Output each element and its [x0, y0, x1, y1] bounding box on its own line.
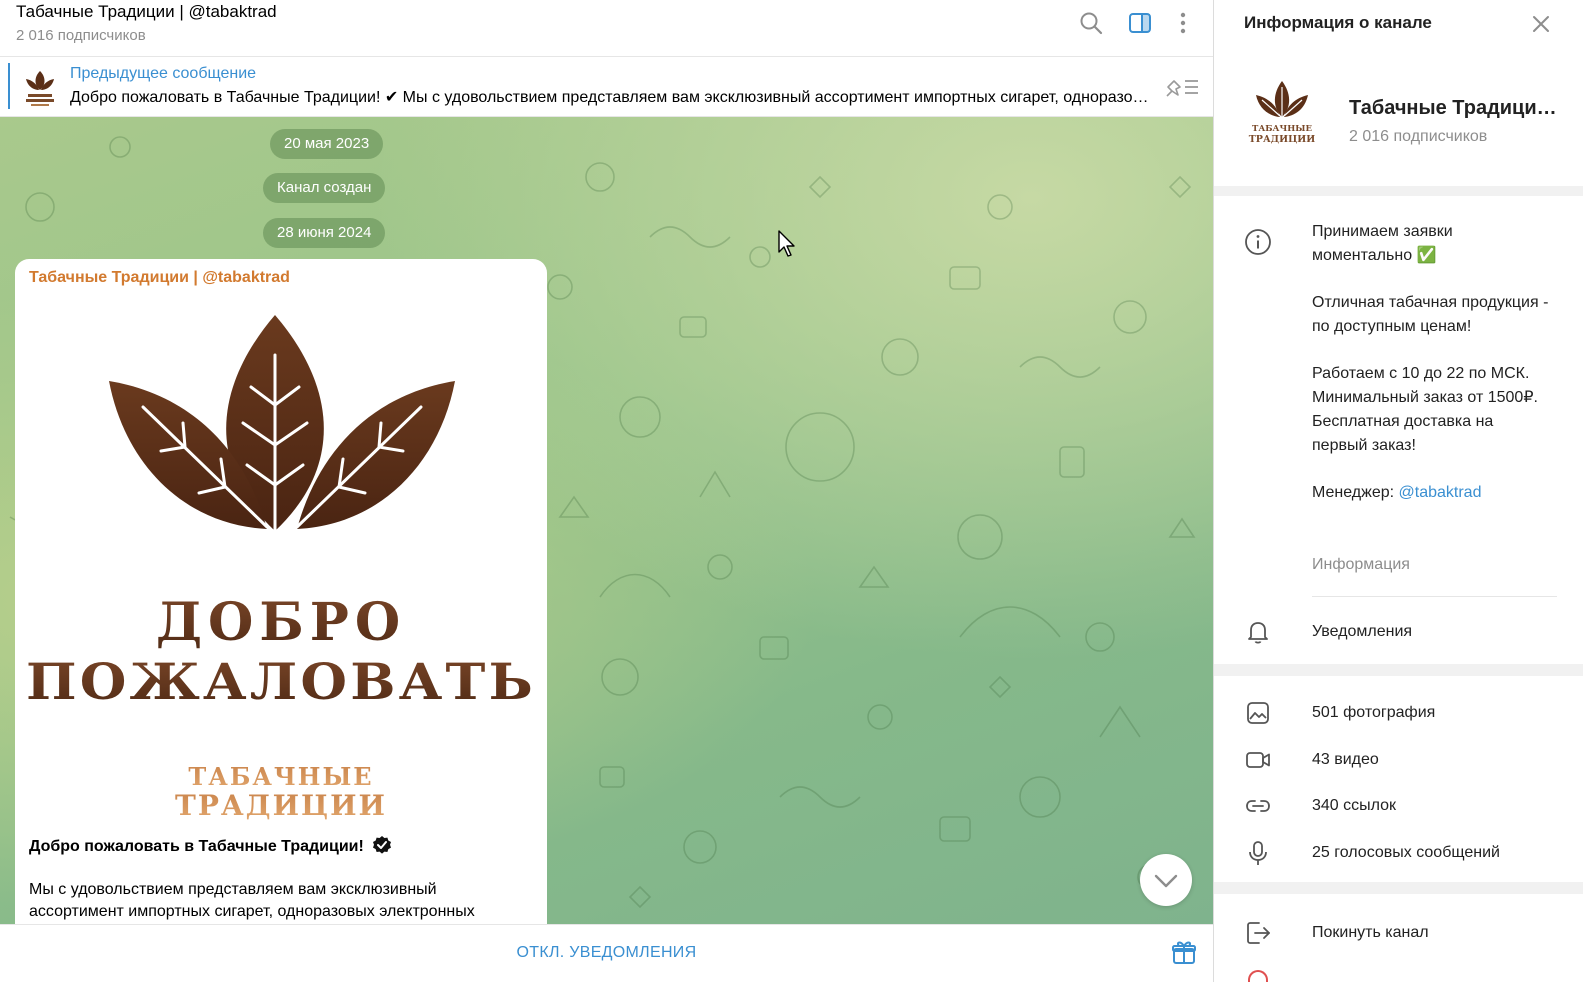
bell-icon [1248, 622, 1268, 644]
about-divider [1312, 596, 1557, 597]
media-photos-label: 501 фотография [1312, 704, 1436, 721]
notifications-label: Уведомления [1312, 623, 1413, 640]
avatar-text-line2: ТРАДИЦИИ [1249, 134, 1316, 145]
media-voice-label: 25 голосовых сообщений [1312, 844, 1500, 861]
channel-name: Табачные Традиции | @tabaktrad [1349, 97, 1559, 119]
chevron-down-icon [1154, 874, 1178, 888]
post-image-welcome[interactable]: ДОБРО ПОЖАЛОВАТЬ ТАБАЧНЫЕ ТРАДИЦИИ [15, 295, 547, 829]
info-icon [1245, 229, 1271, 255]
pinned-thumbnail [20, 63, 60, 109]
image-text-line2: ПОЖАЛОВАТЬ [26, 652, 536, 711]
info-panel-title: Информация о канале [1244, 13, 1432, 32]
manager-link[interactable]: @tabaktrad [1399, 484, 1482, 501]
post-title: Добро пожаловать в Табачные Традиции! [29, 835, 392, 856]
search-icon[interactable] [1078, 10, 1104, 36]
actions-card: Покинуть канал [1214, 894, 1583, 982]
video-icon [1246, 752, 1270, 768]
pinned-text: Добро пожаловать в Табачные Традиции! ✔ … [70, 89, 1150, 106]
chat-subscribers: 2 016 подписчиков [16, 27, 146, 44]
chat-header[interactable]: Табачные Традиции | @tabaktrad 2 016 под… [0, 0, 1213, 57]
about-caption: Информация [1312, 556, 1410, 573]
bottom-bar: ОТКЛ. УВЕДОМЛЕНИЯ [0, 924, 1213, 982]
media-links-label: 340 ссылок [1312, 797, 1397, 814]
channel-info-panel: Информация о канале ТАБАЧНЫЕ ТРАДИЦИИ Та… [1213, 0, 1583, 982]
about-free-delivery: Бесплатная доставка на первый заказ! [1312, 413, 1494, 454]
more-vertical-icon[interactable] [1170, 10, 1196, 36]
post-author[interactable]: Табачные Традиции | @tabaktrad [29, 269, 290, 287]
post-body: Мы с удовольствием представляем вам экск… [29, 881, 475, 920]
media-card: 501 фотография 43 видео 340 ссылок 25 го… [1214, 676, 1583, 882]
channel-description: Принимаем заявки моментально ✅ Отличная … [1312, 220, 1552, 505]
mute-notifications-button[interactable]: ОТКЛ. УВЕДОМЛЕНИЯ [0, 925, 1213, 982]
info-header-card: Информация о канале ТАБАЧНЫЕ ТРАДИЦИИ Та… [1214, 0, 1583, 186]
about-min-order: Минимальный заказ от 1500₽. [1312, 389, 1538, 406]
close-icon[interactable] [1529, 12, 1553, 36]
pinned-label: Предыдущее сообщение [70, 65, 257, 82]
gift-icon[interactable] [1171, 939, 1197, 965]
logout-icon [1247, 922, 1270, 944]
scroll-down-button[interactable] [1140, 854, 1192, 906]
chat-title[interactable]: Табачные Традиции | @tabaktrad [16, 2, 277, 22]
manager-label: Менеджер: [1312, 484, 1399, 501]
media-row-voice[interactable]: 25 голосовых сообщений [1214, 830, 1583, 876]
leave-channel-label: Покинуть канал [1312, 924, 1429, 941]
verified-check-icon [373, 836, 392, 854]
date-pill-post: 28 июня 2024 [263, 218, 386, 248]
link-icon [1246, 800, 1270, 812]
media-row-links[interactable]: 340 ссылок [1214, 783, 1583, 829]
pinned-accent-bar [8, 63, 10, 109]
chat-background: 20 мая 2023 Канал создан 28 июня 2024 Та… [0, 117, 1213, 924]
chat-column: Табачные Традиции | @tabaktrad 2 016 под… [0, 0, 1213, 982]
date-pill-created: 20 мая 2023 [270, 129, 384, 159]
photo-icon [1247, 702, 1269, 724]
post-title-text: Добро пожаловать в Табачные Традиции! [29, 838, 364, 855]
report-icon-partial[interactable] [1248, 970, 1268, 982]
avatar-text-line1: ТАБАЧНЫЕ [1252, 124, 1312, 134]
leave-channel-button[interactable]: Покинуть канал [1214, 908, 1583, 956]
media-row-videos[interactable]: 43 видео [1214, 737, 1583, 783]
image-brand-line1: ТАБАЧНЫЕ [188, 762, 373, 791]
channel-post[interactable]: Табачные Традиции | @tabaktrad ДОБРО ПОЖ… [15, 259, 547, 924]
about-hours: Работаем с 10 до 22 по МСК. [1312, 365, 1530, 382]
about-line-1: Принимаем заявки моментально ✅ [1312, 223, 1453, 264]
image-brand-line2: ТРАДИЦИИ [175, 789, 387, 822]
service-message-channel-created: Канал создан [263, 173, 386, 203]
channel-subscribers: 2 016 подписчиков [1349, 128, 1488, 145]
about-line-2: Отличная табачная продукция - по доступн… [1312, 294, 1549, 335]
pinned-list-icon[interactable] [1164, 75, 1200, 99]
about-block-3: Работаем с 10 до 22 по МСК. Минимальный … [1312, 362, 1552, 458]
mouse-cursor-icon [778, 230, 795, 257]
channel-avatar[interactable]: ТАБАЧНЫЕ ТРАДИЦИИ [1242, 75, 1322, 155]
media-row-photos[interactable]: 501 фотография [1214, 690, 1583, 736]
about-manager: Менеджер: @tabaktrad [1312, 481, 1552, 505]
pinned-message-bar[interactable]: Предыдущее сообщение Добро пожаловать в … [0, 57, 1213, 117]
media-videos-label: 43 видео [1312, 751, 1379, 768]
microphone-icon [1249, 841, 1267, 865]
sidebar-toggle-icon[interactable] [1127, 10, 1153, 36]
image-text-line1: ДОБРО [156, 592, 406, 653]
